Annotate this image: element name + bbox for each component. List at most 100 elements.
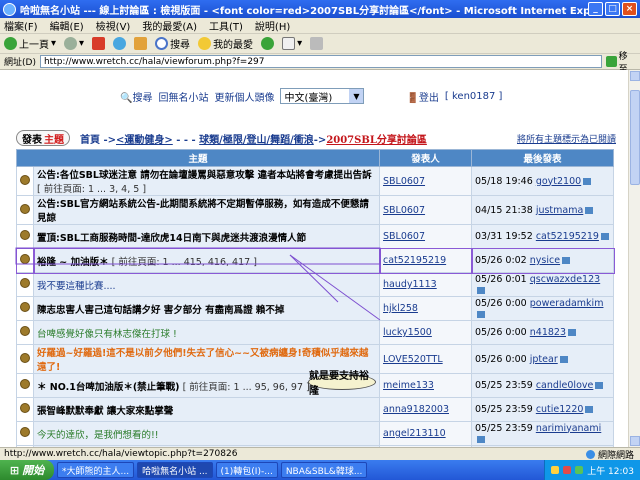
topic-title-link[interactable]: SBL工商服務時間-達欣虎14日南下與虎迷共渡浪漫情人節 bbox=[60, 233, 306, 244]
tray-icon-2[interactable] bbox=[563, 466, 572, 474]
go-to-last-post-icon[interactable] bbox=[595, 382, 604, 389]
go-to-last-post-icon[interactable] bbox=[477, 435, 485, 443]
topic-title-link[interactable]: 各位SBL球迷注意 請勿在論壇謾罵與惡意攻擊 違者本站將會考慮提出告訴 bbox=[60, 170, 372, 181]
menu-edit[interactable]: 編輯(E) bbox=[50, 18, 84, 33]
last-post-date: 05/25 23:59 bbox=[475, 422, 533, 434]
task-1[interactable]: *大師熊的主人... bbox=[57, 462, 135, 478]
go-to-last-post-icon[interactable] bbox=[559, 355, 568, 363]
last-post-user[interactable]: nysice bbox=[530, 255, 560, 266]
topic-title-link[interactable]: SBL官方網站系統公告-此期間系統將不定期暫停服務，如有造成不便懇請見諒 bbox=[37, 199, 369, 224]
profile-link[interactable]: 更新個人頭像 bbox=[214, 89, 274, 104]
topic-title-link[interactable]: 張智峰默默奉獻 讓大家來點掌聲 bbox=[37, 406, 173, 417]
author-link[interactable]: SBL0607 bbox=[383, 205, 425, 216]
favorites-button[interactable]: 我的最愛 bbox=[198, 36, 253, 51]
task-3[interactable]: (1)轉包(I)-... bbox=[215, 462, 278, 478]
crumb-category[interactable]: <運動健身> bbox=[116, 135, 173, 146]
last-post-user[interactable]: narimiyanami bbox=[536, 423, 601, 434]
search-button[interactable]: 搜尋 bbox=[155, 36, 190, 51]
last-post-user[interactable]: qscwazxde123 bbox=[530, 274, 600, 285]
go-to-last-post-icon[interactable] bbox=[477, 310, 485, 318]
language-select[interactable]: 中文(臺灣) ▼ bbox=[280, 88, 365, 104]
topic-title-link[interactable]: 今天的達欣，是我們想看的!! bbox=[37, 430, 159, 441]
menu-tools[interactable]: 工具(T) bbox=[209, 18, 243, 33]
tray-icon-3[interactable] bbox=[575, 466, 584, 474]
close-button[interactable]: × bbox=[622, 2, 637, 16]
address-input[interactable]: http://www.wretch.cc/hala/viewforum.php?… bbox=[39, 55, 602, 68]
forum-search-link[interactable]: 🔍搜尋 bbox=[120, 89, 152, 104]
go-to-last-post-icon[interactable] bbox=[585, 406, 594, 413]
mark-all-read-link[interactable]: 將所有主題標示為已閱讀 bbox=[517, 132, 616, 145]
go-to-last-post-icon[interactable] bbox=[477, 286, 485, 294]
history-button[interactable] bbox=[261, 37, 275, 50]
print-button[interactable] bbox=[310, 37, 324, 50]
stop-button[interactable] bbox=[92, 37, 106, 50]
last-post-cell: 05/26 0:02 nysice bbox=[470, 247, 615, 274]
last-post-user[interactable]: goyt2100 bbox=[536, 176, 581, 187]
last-post-user[interactable]: poweradamkim bbox=[530, 298, 604, 309]
menu-help[interactable]: 說明(H) bbox=[255, 18, 290, 33]
mail-button[interactable]: ▾ bbox=[282, 37, 302, 50]
go-to-last-post-icon[interactable] bbox=[568, 329, 577, 336]
topic-pages[interactable]: [ 前往頁面: 1 ... 95, 96, 97 ] bbox=[183, 382, 310, 393]
header-author: 發表人 bbox=[379, 149, 472, 167]
home-link[interactable]: 回無名小站 bbox=[158, 89, 208, 104]
topic-title-link[interactable]: 陳志忠害人害己這句話講夕好 害夕部分 有盡南爲證 賴不掉 bbox=[37, 305, 284, 316]
author-link[interactable]: cat52195219 bbox=[383, 255, 446, 266]
topic-pages[interactable]: [ 前往頁面: 1 ... 3, 4, 5 ] bbox=[37, 184, 146, 195]
scroll-thumb[interactable] bbox=[630, 90, 640, 185]
topic-pages[interactable]: [ 前往頁面: 1 ... 415, 416, 417 ] bbox=[112, 257, 257, 268]
author-link[interactable]: haudy1113 bbox=[383, 279, 437, 290]
minimize-button[interactable]: _ bbox=[588, 2, 603, 16]
crumb-forum[interactable]: 2007SBL分享討論區 bbox=[326, 135, 427, 146]
author-link[interactable]: anna9182003 bbox=[383, 404, 449, 415]
last-post-date: 05/26 0:00 bbox=[475, 353, 527, 365]
menu-view[interactable]: 檢視(V) bbox=[96, 18, 131, 33]
start-button[interactable]: ⊞ 開始 bbox=[0, 460, 54, 480]
topic-title-link[interactable]: 台啤感覺好像只有林志傑在打球 ! bbox=[37, 329, 177, 340]
author-link[interactable]: angel213110 bbox=[383, 428, 446, 439]
maximize-button[interactable]: □ bbox=[605, 2, 620, 16]
username: [ ken0187 ] bbox=[444, 90, 503, 102]
go-to-last-post-icon[interactable] bbox=[562, 257, 571, 264]
topic-title-cell: 陳志忠害人害己這句話講夕好 害夕部分 有盡南爲證 賴不掉 bbox=[33, 296, 380, 321]
last-post-cell: 05/26 0:00 jptear bbox=[471, 344, 614, 374]
task-2[interactable]: 哈啦無名小站 ... bbox=[137, 462, 213, 478]
crumb-subcategory[interactable]: 球類/極限/登山/舞蹈/衝浪 bbox=[199, 135, 314, 146]
back-button[interactable]: 上一頁 ▾ bbox=[4, 36, 56, 51]
author-link[interactable]: hjkl258 bbox=[383, 303, 418, 314]
author-link[interactable]: meime133 bbox=[383, 380, 434, 391]
author-link[interactable]: SBL0607 bbox=[383, 231, 425, 242]
topic-title-link[interactable]: ＊ NO.1台啤加油版＊(禁止筆戰) bbox=[37, 382, 180, 393]
forward-button[interactable]: ▾ bbox=[64, 37, 84, 50]
scroll-up-icon[interactable] bbox=[630, 71, 640, 81]
new-topic-button[interactable]: 發表 主題 bbox=[16, 130, 70, 146]
last-post-user[interactable]: jptear bbox=[530, 354, 558, 365]
vertical-scrollbar[interactable] bbox=[628, 70, 640, 447]
topic-folder-icon bbox=[20, 174, 30, 185]
home-button[interactable] bbox=[134, 37, 148, 50]
tray-icon-1[interactable] bbox=[551, 466, 560, 474]
last-post-date: 03/31 19:52 bbox=[475, 231, 533, 242]
last-post-user[interactable]: candle0love bbox=[536, 380, 594, 391]
refresh-button[interactable] bbox=[113, 37, 127, 50]
logout-link[interactable]: 🚪登出 bbox=[406, 89, 438, 104]
last-post-user[interactable]: cat52195219 bbox=[536, 231, 599, 242]
author-link[interactable]: SBL0607 bbox=[383, 176, 425, 187]
last-post-user[interactable]: n41823 bbox=[530, 327, 566, 338]
last-post-user[interactable]: cutie1220 bbox=[536, 404, 584, 415]
new-topic-label: 發表 bbox=[22, 134, 42, 146]
go-to-last-post-icon[interactable] bbox=[583, 177, 592, 185]
author-link[interactable]: lucky1500 bbox=[383, 327, 432, 338]
author-link[interactable]: LOVE520TTL bbox=[383, 354, 443, 365]
scroll-down-icon[interactable] bbox=[630, 436, 640, 446]
menu-file[interactable]: 檔案(F) bbox=[4, 18, 38, 33]
crumb-home[interactable]: 首頁 bbox=[80, 135, 100, 146]
go-to-last-post-icon[interactable] bbox=[600, 233, 609, 240]
topic-title-link[interactable]: 我不要這種比賽.... bbox=[37, 281, 116, 292]
task-4[interactable]: NBA&SBL&韓球... bbox=[280, 462, 368, 478]
topic-title-link[interactable]: 裕隆 ~ 加油版＊ bbox=[37, 257, 109, 268]
last-post-user[interactable]: justmama bbox=[536, 205, 584, 216]
last-post-date: 05/25 23:59 bbox=[475, 404, 533, 415]
go-to-last-post-icon[interactable] bbox=[585, 206, 594, 214]
menu-favorites[interactable]: 我的最愛(A) bbox=[142, 18, 197, 33]
